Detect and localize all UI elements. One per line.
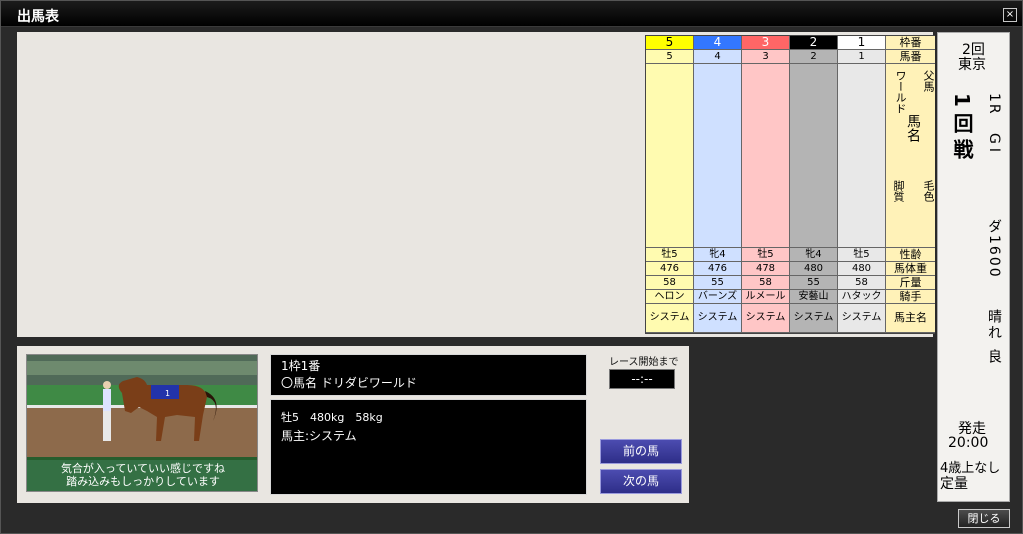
waku-number: 4: [694, 36, 741, 50]
header-style: 脚質: [892, 180, 905, 202]
horse-umaban: 4: [694, 50, 741, 64]
horse-owner: システム: [838, 304, 885, 333]
window-title: 出馬表: [17, 9, 59, 25]
race-place: 東京: [958, 57, 986, 73]
horse-owner: システム: [790, 304, 837, 333]
next-horse-button[interactable]: 次の馬: [600, 469, 682, 494]
header-name: 馬名: [905, 114, 921, 142]
horse-sex-age: 牝4: [790, 248, 837, 262]
horse-stats: 牡5 480kg 58kg: [281, 411, 383, 424]
horse-jockey: ルメール: [742, 290, 789, 304]
selected-horse-name: 〇馬名 ドリダビワールド: [281, 376, 417, 390]
horse-sex-age: 牝4: [694, 248, 741, 262]
horse-detail-panel: 1 気合が入っていていい感じですね 踏み込みもしっかりしています 1枠1番 〇馬…: [17, 346, 689, 503]
waku-number: 5: [646, 36, 693, 50]
timer-label: レース開始まで: [609, 357, 679, 368]
horse-owner: システム: [742, 304, 789, 333]
title-bar: 出馬表 ×: [1, 1, 1022, 27]
horse-column-4[interactable]: 44ライブホーク鹿毛逃げ牝447655バーンズシステム: [694, 36, 742, 333]
horse-owner: システム: [646, 304, 693, 333]
horse-umaban: 3: [742, 50, 789, 64]
header-father-name: ワールド: [894, 70, 907, 114]
close-icon[interactable]: ×: [1003, 8, 1017, 22]
paddock-comment-line2: 踏み込みもしっかりしています: [66, 475, 220, 488]
header-waku: 枠番: [886, 36, 935, 50]
horse-owner: 馬主:システム: [281, 429, 357, 443]
horse-stats-box: 牡5 480kg 58kg 馬主:システム: [270, 399, 587, 495]
horse-weight: 480: [838, 262, 885, 276]
race-round: 1回戦: [950, 93, 974, 165]
horse-sex-age: 牡5: [646, 248, 693, 262]
horse-kinryo: 58: [838, 276, 885, 290]
race-track: 良: [986, 349, 1002, 363]
header-weight: 馬体重: [886, 262, 935, 276]
header-father: 父馬: [922, 70, 935, 92]
header-owner: 馬主名: [886, 304, 935, 333]
horse-style: 差し: [840, 180, 885, 202]
waku-number: 1: [838, 36, 885, 50]
horse-umaban: 5: [646, 50, 693, 64]
horse-kinryo: 55: [790, 276, 837, 290]
header-umaban: 馬番: [886, 50, 935, 64]
paddock-comment: 気合が入っていていい感じですね 踏み込みもしっかりしています: [27, 457, 257, 491]
horse-umaban: 2: [790, 50, 837, 64]
header-coat: 毛色: [922, 180, 935, 202]
horse-jockey: バーンズ: [694, 290, 741, 304]
gate-number: 1枠1番: [281, 359, 321, 373]
horse-kinryo: 55: [694, 276, 741, 290]
horse-main-cell: ライブメモリアル栗毛先行: [646, 64, 693, 248]
header-column: 枠番 馬番性齢 馬体重 斤量 騎手 馬主名 父馬 ワールド 馬名毛色 脚質: [886, 36, 935, 333]
horse-sex-age: 牡5: [838, 248, 885, 262]
horse-column-2[interactable]: 22ライブワールド鹿毛逃げ牝448055安藝山システム: [790, 36, 838, 333]
waku-number: 3: [742, 36, 789, 50]
horse-weight: 478: [742, 262, 789, 276]
race-course: ダ1600: [986, 219, 1002, 279]
horse-weight: 476: [694, 262, 741, 276]
race-number: 1R: [986, 93, 1002, 116]
horse-column-3[interactable]: 33アトゲーリョフ青鹿毛差し牡547858ルメールシステム: [742, 36, 790, 333]
horse-column-1[interactable]: 11ドリダビワールド鹿毛差し牡548058ハタックシステム: [838, 36, 886, 333]
horse-main-cell: ドリダビワールド鹿毛差し: [838, 64, 885, 248]
horse-style: 先行: [648, 180, 693, 202]
header-sex-age: 性齢: [886, 248, 935, 262]
horse-kinryo: 58: [742, 276, 789, 290]
timer-display: --:--: [609, 369, 675, 389]
horse-main-cell: アトゲーリョフ青鹿毛差し: [742, 64, 789, 248]
horse-main-cell: ライブワールド鹿毛逃げ: [790, 64, 837, 248]
horse-column-5[interactable]: 55ライブメモリアル栗毛先行牡547658ヘロンシステム: [646, 36, 694, 333]
horse-style: 差し: [744, 180, 789, 202]
close-button[interactable]: 閉じる: [958, 509, 1010, 528]
horse-owner: システム: [694, 304, 741, 333]
horse-sex-age: 牡5: [742, 248, 789, 262]
header-kinryo: 斤量: [886, 276, 935, 290]
horse-jockey: ヘロン: [646, 290, 693, 304]
prev-horse-button[interactable]: 前の馬: [600, 439, 682, 464]
horse-jockey: ハタック: [838, 290, 885, 304]
horse-kinryo: 58: [646, 276, 693, 290]
horse-name-box: 1枠1番 〇馬名 ドリダビワールド: [270, 354, 587, 396]
race-grade: GI: [986, 133, 1002, 156]
horse-name: ライブホーク: [708, 70, 741, 178]
horse-name: ライブワールド: [804, 70, 837, 196]
horse-name: アトゲーリョフ: [756, 70, 789, 196]
horse-umaban: 1: [838, 50, 885, 64]
horse-weight: 480: [790, 262, 837, 276]
waku-number: 2: [790, 36, 837, 50]
race-info-panel: 2回 東京 1回戦 1R GI ダ1600 晴れ 良 発走 20:00 4歳上な…: [937, 32, 1010, 502]
svg-text:1: 1: [165, 389, 170, 398]
race-weather: 晴れ: [986, 309, 1002, 341]
header-main: 父馬 ワールド 馬名毛色 脚質: [886, 64, 935, 248]
horse-main-cell: ライブホーク鹿毛逃げ: [694, 64, 741, 248]
entry-table: 55ライブメモリアル栗毛先行牡547658ヘロンシステム44ライブホーク鹿毛逃げ…: [645, 35, 935, 334]
start-time: 20:00: [948, 435, 989, 451]
paddock-comment-line1: 気合が入っていていい感じですね: [60, 462, 226, 475]
horse-style: 逃げ: [792, 180, 837, 202]
paddock-scene: 1 気合が入っていていい感じですね 踏み込みもしっかりしています: [26, 354, 258, 492]
header-jockey: 騎手: [886, 290, 935, 304]
race-handicap: 定量: [940, 476, 968, 492]
horse-weight: 476: [646, 262, 693, 276]
horse-style: 逃げ: [696, 180, 741, 202]
horse-jockey: 安藝山: [790, 290, 837, 304]
race-card-window: 出馬表 × 55ライブメモリアル栗毛先行牡547658ヘロンシステム44ライブホ…: [0, 0, 1023, 534]
